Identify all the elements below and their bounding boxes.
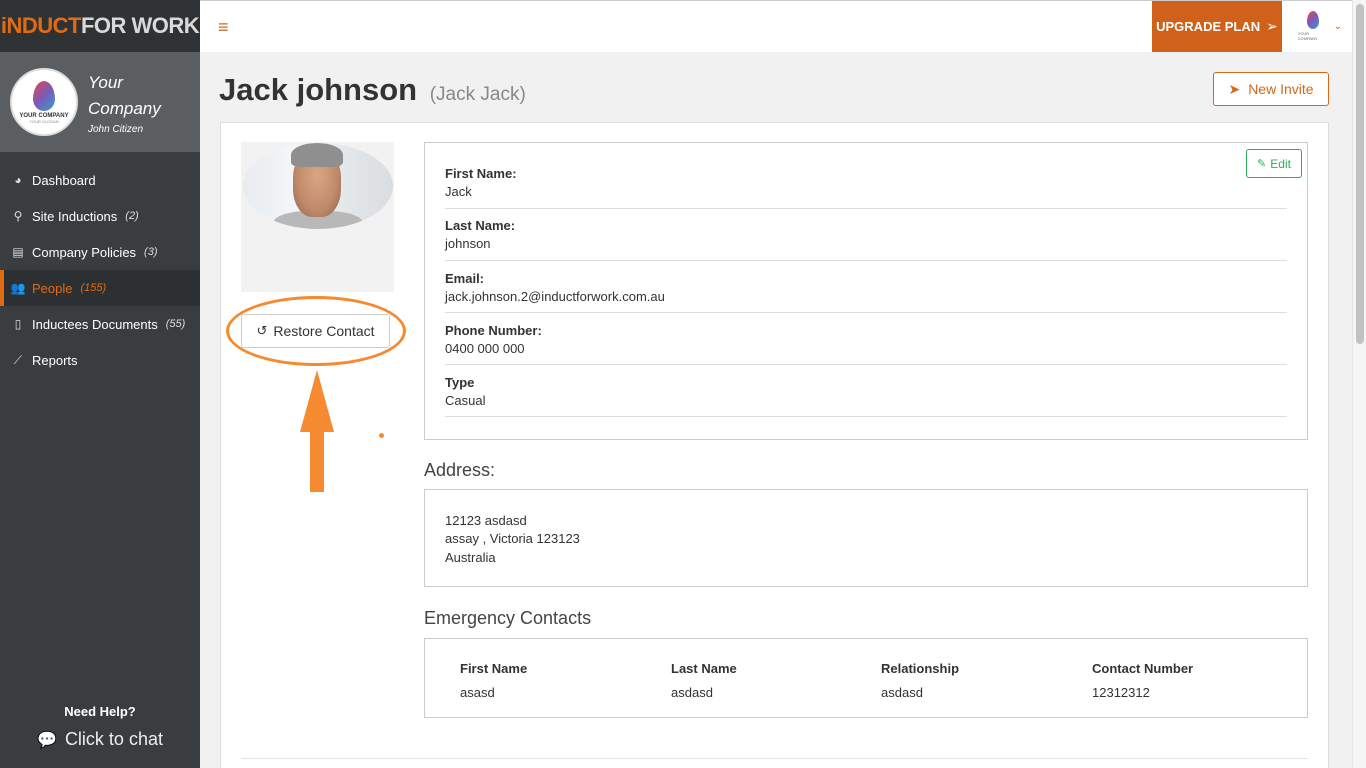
field-email: Email: jack.johnson.2@inductforwork.com.… bbox=[445, 261, 1287, 313]
brand-part1: iNDUCT bbox=[0, 13, 82, 38]
company-user: John Citizen bbox=[88, 123, 144, 135]
people-icon: 👥 bbox=[10, 281, 26, 295]
ec-col-relationship: Relationship asdasd bbox=[881, 661, 959, 700]
company-name: Your Company bbox=[88, 72, 161, 118]
company-profile: YOUR COMPANY YOUR SLOGAN Your Company Jo… bbox=[0, 52, 200, 152]
field-label: Type bbox=[445, 375, 475, 390]
sidebar-item-inductees-documents[interactable]: ▯ Inductees Documents (55) bbox=[0, 306, 200, 342]
scrollbar[interactable] bbox=[1352, 0, 1366, 768]
sidebar-item-label: Site Inductions bbox=[32, 208, 118, 224]
field-label: Phone Number: bbox=[445, 323, 542, 338]
address-heading: Address: bbox=[424, 460, 496, 480]
field-value: Casual bbox=[445, 393, 486, 408]
scrollbar-thumb[interactable] bbox=[1356, 4, 1364, 344]
restore-contact-label: Restore Contact bbox=[273, 323, 375, 339]
chevron-down-icon: ⌄ bbox=[1333, 20, 1342, 32]
topbar: ≡ UPGRADE PLAN ➢ YOUR COMPANY ⌄ bbox=[200, 0, 1352, 52]
table-cell: asdasd bbox=[671, 685, 713, 700]
field-value: 0400 000 000 bbox=[445, 341, 525, 356]
company-mini-logo: YOUR COMPANY bbox=[1298, 11, 1328, 41]
sidebar-item-label: Dashboard bbox=[32, 172, 96, 188]
field-phone: Phone Number: 0400 000 000 bbox=[445, 313, 1287, 365]
field-first-name: First Name: Jack bbox=[445, 143, 1287, 209]
address-box: 12123 asdasd assay , Victoria 123123 Aus… bbox=[424, 489, 1308, 587]
field-label: Last Name: bbox=[445, 218, 516, 233]
sidebar-item-label: Company Policies bbox=[32, 244, 137, 260]
chart-icon: ⟋ bbox=[13, 352, 23, 367]
sidebar-item-dashboard[interactable]: ◕ Dashboard bbox=[0, 162, 200, 198]
sidebar-item-label: Inductees Documents bbox=[32, 316, 158, 332]
avatar bbox=[243, 143, 393, 229]
page-title: Jack johnson (Jack Jack) bbox=[219, 72, 526, 108]
map-marker-icon: ⚲ bbox=[13, 209, 23, 223]
address-line-3: Australia bbox=[445, 550, 496, 565]
user-menu[interactable]: YOUR COMPANY ⌄ bbox=[1298, 11, 1342, 41]
sidebar-item-site-inductions[interactable]: ⚲ Site Inductions (2) bbox=[0, 198, 200, 234]
sidebar-item-count: (55) bbox=[165, 318, 186, 330]
paper-plane-icon: ➢ bbox=[1266, 18, 1278, 34]
chat-bubble-icon: 💬 bbox=[37, 731, 57, 749]
help-title: Need Help? bbox=[64, 704, 136, 719]
help-section: Need Help? 💬 Click to chat bbox=[0, 704, 200, 750]
field-value: jack.johnson.2@inductforwork.com.au bbox=[445, 289, 665, 304]
address-line-2: assay , Victoria 123123 bbox=[445, 531, 580, 546]
contact-details: ✎ Edit First Name: Jack Last Name: johns… bbox=[424, 142, 1308, 440]
upgrade-plan-button[interactable]: UPGRADE PLAN ➢ bbox=[1152, 1, 1282, 52]
new-invite-button[interactable]: ➤ New Invite bbox=[1213, 72, 1329, 106]
sidebar-item-count: (2) bbox=[125, 210, 139, 222]
table-cell: asdasd bbox=[881, 685, 923, 700]
brand-part2: FOR WORK bbox=[80, 13, 200, 38]
divider bbox=[241, 758, 1308, 759]
sidebar-item-label: People bbox=[32, 280, 73, 296]
upgrade-label: UPGRADE PLAN bbox=[1156, 19, 1261, 34]
logo-drop-icon bbox=[1306, 11, 1319, 29]
sidebar-item-label: Reports bbox=[32, 352, 78, 368]
field-last-name: Last Name: johnson bbox=[445, 209, 1287, 261]
field-label: First Name: bbox=[445, 166, 517, 181]
ec-col-first-name: First Name asasd bbox=[460, 661, 527, 700]
avatar-hair bbox=[291, 143, 343, 167]
emergency-contacts-table: First Name asasd Last Name asdasd Relati… bbox=[424, 638, 1308, 718]
logo-slogan: YOUR SLOGAN bbox=[29, 118, 59, 124]
person-name: Jack johnson bbox=[219, 72, 418, 107]
location-arrow-icon: ➤ bbox=[1228, 80, 1241, 97]
sidebar: iNDUCT FOR WORK YOUR COMPANY YOUR SLOGAN … bbox=[0, 0, 200, 768]
dashboard-icon: ◕ bbox=[14, 173, 22, 187]
field-label: Email: bbox=[445, 271, 485, 286]
sidebar-item-count: (3) bbox=[144, 246, 158, 258]
chat-link[interactable]: 💬 Click to chat bbox=[0, 729, 200, 750]
history-icon: ↺ bbox=[256, 323, 268, 338]
ec-col-last-name: Last Name asdasd bbox=[671, 661, 737, 700]
column-header: First Name bbox=[460, 661, 528, 676]
new-invite-label: New Invite bbox=[1248, 81, 1314, 97]
mini-logo-text: YOUR COMPANY bbox=[1297, 31, 1318, 41]
sidebar-item-company-policies[interactable]: ▤ Company Policies (3) bbox=[0, 234, 200, 270]
book-icon: ▤ bbox=[12, 245, 24, 259]
address-line-1: 12123 asdasd bbox=[445, 513, 527, 528]
company-logo: YOUR COMPANY YOUR SLOGAN bbox=[10, 68, 78, 136]
field-value: johnson bbox=[445, 236, 491, 251]
sidebar-item-count: (155) bbox=[80, 282, 107, 294]
chat-label: Click to chat bbox=[64, 729, 163, 749]
sidebar-item-reports[interactable]: ⟋ Reports bbox=[0, 342, 200, 378]
column-header: Relationship bbox=[881, 661, 960, 676]
column-header: Contact Number bbox=[1092, 661, 1194, 676]
brand-logo[interactable]: iNDUCT FOR WORK bbox=[0, 0, 200, 52]
ec-col-contact-number: Contact Number 12312312 bbox=[1092, 661, 1193, 700]
logo-drop-icon bbox=[33, 80, 55, 111]
hamburger-menu-icon[interactable]: ≡ bbox=[218, 17, 229, 38]
emergency-contacts-heading: Emergency Contacts bbox=[424, 608, 592, 628]
sidebar-item-people[interactable]: 👥 People (155) bbox=[0, 270, 200, 306]
table-cell: asasd bbox=[460, 685, 495, 700]
field-type: Type Casual bbox=[445, 365, 1287, 417]
annotation-dot bbox=[379, 433, 384, 438]
sidebar-nav: ◕ Dashboard ⚲ Site Inductions (2) ▤ Comp… bbox=[0, 162, 200, 378]
restore-contact-button[interactable]: ↺ Restore Contact bbox=[241, 314, 390, 348]
person-nickname: (Jack Jack) bbox=[429, 84, 526, 105]
field-value: Jack bbox=[445, 184, 472, 199]
table-cell: 12312312 bbox=[1092, 685, 1150, 700]
column-header: Last Name bbox=[671, 661, 737, 676]
document-icon: ▯ bbox=[14, 317, 22, 331]
